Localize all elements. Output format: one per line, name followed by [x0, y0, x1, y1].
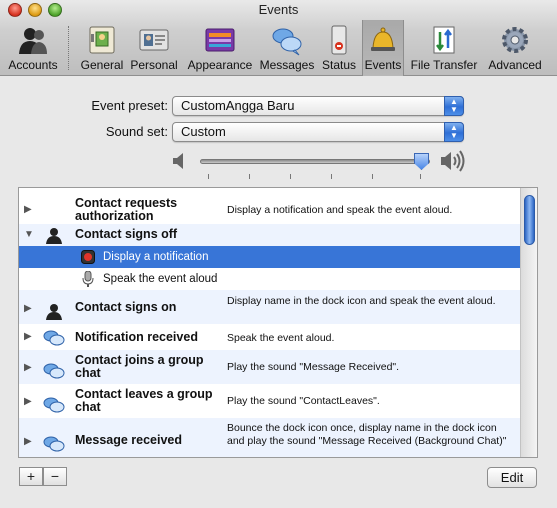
chat-bubbles-icon	[43, 362, 65, 385]
event-description: Speak the event aloud.	[227, 332, 335, 344]
event-description: Bounce the dock icon once, display name …	[227, 422, 507, 447]
slider-tick	[208, 174, 209, 179]
event-name: Contact signs off	[75, 227, 178, 241]
chat-bubbles-icon	[43, 329, 65, 352]
event-row[interactable]: ▶ Message received Bounce the dock icon …	[19, 418, 521, 457]
volume-slider-track[interactable]	[200, 159, 430, 164]
microphone-icon	[82, 270, 94, 292]
event-row[interactable]: ▶ Notification received Speak the event …	[19, 324, 521, 350]
event-preset-popup[interactable]: CustomAngga Baru ▲ ▼	[172, 96, 464, 116]
toolbar-personal[interactable]: Personal	[129, 20, 179, 76]
event-name: Contact signs on	[75, 300, 177, 314]
popup-arrows-icon: ▲ ▼	[444, 96, 464, 116]
event-row[interactable]: ▶ Contact leaves a group chat Play the s…	[19, 384, 521, 418]
file-transfer-icon	[428, 24, 460, 56]
status-icon	[323, 24, 355, 56]
messages-icon	[271, 24, 303, 56]
toolbar-accounts[interactable]: Accounts	[3, 20, 63, 76]
disclosure-triangle-icon[interactable]: ▶	[24, 303, 32, 314]
events-icon	[367, 24, 399, 56]
volume-slider-knob[interactable]	[414, 153, 429, 170]
general-icon	[86, 24, 118, 56]
toolbar-divider	[68, 26, 69, 70]
event-action-row[interactable]: Display a notification	[19, 246, 521, 268]
action-label: Display a notification	[103, 251, 209, 263]
window-toolbar: Events Accounts General Personal Appeara…	[0, 0, 557, 76]
disclosure-triangle-icon[interactable]: ▶	[24, 204, 32, 215]
volume-high-icon	[440, 150, 466, 177]
sound-set-value: Custom	[181, 124, 226, 139]
scrollbar-thumb[interactable]	[524, 195, 535, 245]
toolbar-appearance[interactable]: Appearance	[184, 20, 256, 76]
event-name: Notification received	[75, 330, 198, 344]
event-preset-value: CustomAngga Baru	[181, 98, 295, 113]
event-name: Contact leaves a group chat	[75, 387, 213, 414]
event-action-row[interactable]: Speak the event aloud	[19, 268, 521, 290]
person-icon	[45, 302, 63, 325]
remove-event-button[interactable]: −	[43, 467, 67, 486]
advanced-icon	[499, 24, 531, 56]
toolbar-label: Appearance	[187, 58, 253, 72]
slider-tick	[420, 174, 421, 179]
events-table[interactable]: ▶ Contact requests authorization Display…	[18, 187, 538, 458]
disclosure-triangle-icon[interactable]: ▶	[24, 436, 32, 447]
chat-bubbles-icon	[43, 396, 65, 419]
sound-set-label: Sound set:	[105, 124, 168, 139]
event-name: Contact requests authorization	[75, 196, 178, 223]
event-description: Display a notification and speak the eve…	[227, 204, 453, 216]
toolbar-label: Personal	[130, 58, 178, 72]
toolbar-label: Advanced	[488, 58, 542, 72]
chat-bubbles-icon	[43, 435, 65, 457]
slider-tick	[290, 174, 291, 179]
notification-icon	[81, 250, 95, 269]
toolbar-label: General	[80, 58, 124, 72]
event-row[interactable]: ▼ Contact signs off	[19, 224, 521, 246]
toolbar-label: Accounts	[8, 58, 58, 72]
event-description: Display name in the dock icon and speak …	[227, 295, 496, 307]
slider-tick	[331, 174, 332, 179]
slider-tick	[372, 174, 373, 179]
toolbar-messages[interactable]: Messages	[258, 20, 316, 76]
event-row[interactable]: ▶ Contact signs on Display name in the d…	[19, 290, 521, 324]
toolbar-label: Messages	[259, 58, 315, 72]
toolbar-status[interactable]: Status	[319, 20, 359, 76]
volume-low-icon	[172, 152, 188, 175]
toolbar-file-transfer[interactable]: File Transfer	[408, 20, 480, 76]
action-label: Speak the event aloud	[103, 273, 218, 285]
event-row[interactable]: ▶ Contact joins a group chat Play the so…	[19, 350, 521, 384]
toolbar-label: Events	[364, 58, 402, 72]
sound-set-popup[interactable]: Custom ▲ ▼	[172, 122, 464, 142]
toolbar-label: Status	[321, 58, 357, 72]
event-description: Play the sound "ContactLeaves".	[227, 395, 380, 407]
event-name: Message received	[75, 433, 183, 447]
event-name: Contact joins a group chat	[75, 353, 204, 380]
edit-button[interactable]: Edit	[487, 467, 537, 488]
toolbar-general[interactable]: General	[78, 20, 126, 76]
window-title: Events	[258, 2, 299, 17]
popup-arrows-icon: ▲ ▼	[444, 122, 464, 142]
add-event-button[interactable]: +	[19, 467, 43, 486]
personal-icon	[138, 24, 170, 56]
disclosure-triangle-icon[interactable]: ▶	[24, 396, 32, 407]
accounts-icon	[17, 24, 49, 56]
toolbar-label: File Transfer	[410, 58, 478, 72]
slider-tick	[249, 174, 250, 179]
disclosure-triangle-icon[interactable]: ▶	[24, 331, 32, 342]
toolbar-events[interactable]: Events	[362, 20, 404, 76]
toolbar-advanced[interactable]: Advanced	[485, 20, 545, 76]
disclosure-triangle-icon[interactable]: ▶	[24, 362, 32, 373]
event-row[interactable]: ▶ Contact requests authorization Display…	[19, 192, 521, 224]
disclosure-triangle-open-icon[interactable]: ▼	[24, 229, 34, 240]
appearance-icon	[204, 24, 236, 56]
vertical-scrollbar[interactable]	[520, 188, 537, 457]
event-preset-label: Event preset:	[91, 98, 168, 113]
event-description: Play the sound "Message Received".	[227, 361, 400, 373]
